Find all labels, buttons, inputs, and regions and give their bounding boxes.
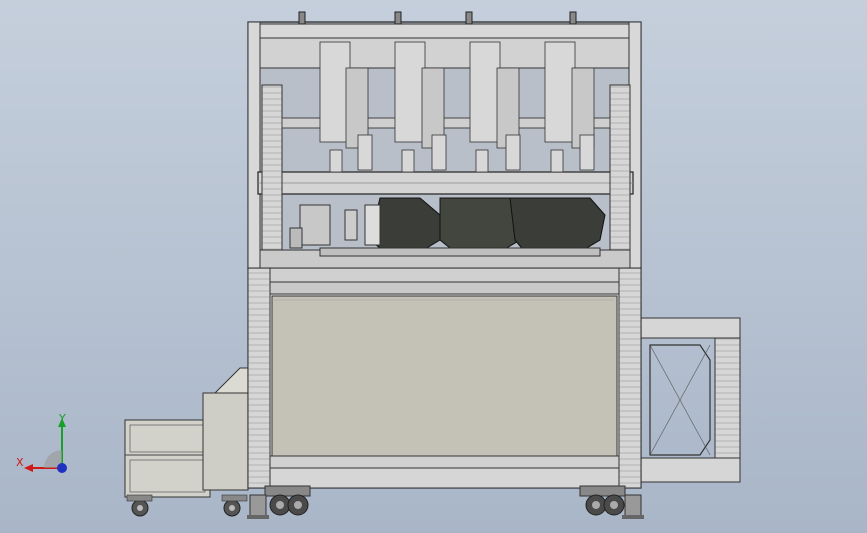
left-drawer-unit bbox=[124, 367, 249, 517]
lower-cabinet bbox=[247, 267, 642, 489]
y-axis-label: Y bbox=[59, 412, 66, 425]
right-extension-frame bbox=[639, 317, 741, 483]
machine-assembly-model[interactable] bbox=[0, 0, 867, 533]
caster-wheels bbox=[247, 485, 644, 519]
cad-viewport[interactable]: X Y bbox=[0, 0, 867, 533]
axis-triad: X Y bbox=[14, 410, 74, 480]
x-axis-label: X bbox=[16, 456, 24, 469]
